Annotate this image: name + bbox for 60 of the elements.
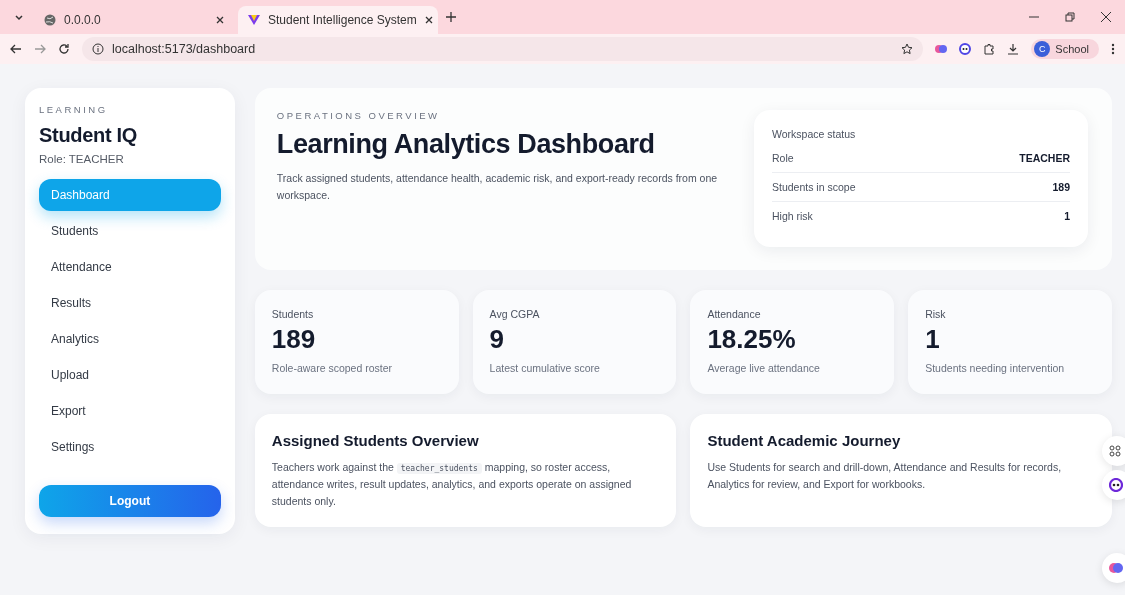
nav-item[interactable]: Upload (39, 359, 221, 391)
stat-caption: Latest cumulative score (489, 362, 601, 374)
browser-tab[interactable]: 0.0.0.0 (34, 6, 234, 34)
status-label: High risk (772, 210, 813, 222)
tab-list-icon[interactable] (14, 12, 24, 22)
globe-icon (44, 14, 56, 26)
close-icon[interactable] (216, 16, 224, 24)
card-text: Teachers work against the teacher_students mapping, so roster access, attendance writes, result updates, analytics, and exports operate on assigned students only. (271, 460, 633, 509)
star-icon[interactable] (901, 43, 914, 55)
stat-value: 18.25% (707, 324, 797, 355)
nav-item[interactable]: Results (39, 287, 221, 319)
robot-face-icon[interactable] (959, 43, 972, 55)
status-value: 1 (1064, 210, 1070, 222)
address-bar[interactable]: localhost:5173/dashboard (82, 37, 924, 61)
stat-caption: Average live attendance (707, 362, 821, 374)
page-description: Track assigned students, attendance health, academic risk, and export-ready records from one workspace. (276, 171, 719, 203)
stat-label: Attendance (707, 308, 762, 320)
restore-icon[interactable] (1065, 12, 1075, 22)
stat-value: 189 (271, 324, 317, 355)
sidebar-eyebrow: LEARNING (39, 104, 109, 115)
section-eyebrow: OPERATIONS OVERVIEW (276, 110, 441, 121)
card-title: Student Academic Journey (707, 432, 902, 449)
stat-label: Risk (925, 308, 947, 320)
status-value: TEACHER (1019, 152, 1070, 164)
close-icon[interactable] (1101, 12, 1111, 22)
extensions-icon[interactable] (983, 43, 996, 55)
stat-value: 1 (925, 324, 941, 355)
info-icon (92, 43, 104, 55)
nav-item[interactable]: Attendance (39, 251, 221, 283)
reload-icon[interactable] (58, 43, 70, 55)
app-title: Student IQ (39, 124, 139, 147)
close-icon[interactable] (424, 16, 433, 24)
nav-item[interactable]: Settings (39, 431, 221, 463)
browser-tab[interactable]: Student Intelligence System (238, 6, 438, 34)
page-title: Learning Analytics Dashboard (276, 129, 656, 160)
card-text: Use Students for search and drill-down, Attendance and Results for records, Analytics for review, and Export for workbooks. (707, 460, 1063, 492)
status-label: Role (772, 152, 794, 164)
v-logo-icon (248, 14, 260, 26)
profile-button[interactable]: C School (1031, 39, 1099, 59)
stat-caption: Students needing intervention (925, 362, 1066, 374)
forward-icon[interactable] (34, 43, 46, 55)
card-title: Assigned Students Overview (271, 432, 480, 449)
grid-icon (1109, 445, 1121, 457)
stat-label: Avg CGPA (489, 308, 541, 320)
stat-caption: Role-aware scoped roster (271, 362, 394, 374)
menu-icon[interactable] (1111, 43, 1115, 55)
logout-button[interactable]: Logout (39, 485, 221, 517)
nav-item[interactable]: Export (39, 395, 221, 427)
nav-item[interactable]: Students (39, 215, 221, 247)
back-icon[interactable] (10, 43, 22, 55)
status-value: 189 (1052, 181, 1070, 193)
robot-face-icon (1109, 478, 1123, 492)
role-label: Role: TEACHER (39, 153, 125, 165)
new-tab-icon[interactable] (446, 12, 456, 22)
stat-value: 9 (489, 324, 506, 355)
status-label: Students in scope (772, 181, 856, 193)
nav-item[interactable]: Analytics (39, 323, 221, 355)
stat-label: Students (271, 308, 315, 320)
download-icon[interactable] (1007, 43, 1020, 55)
status-title: Workspace status (772, 128, 857, 140)
